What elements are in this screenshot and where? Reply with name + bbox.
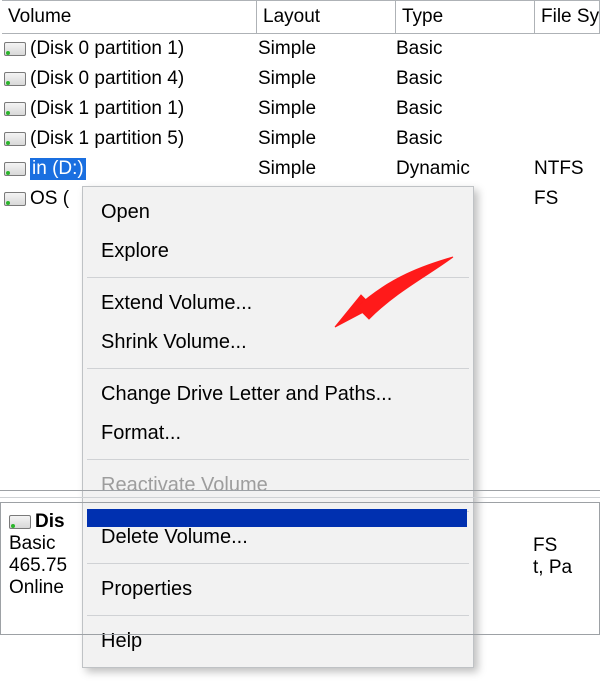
volume-layout: Simple (252, 38, 390, 60)
disk-summary: Dis Basic 465.75 Online (1, 503, 91, 642)
volume-type: Basic (390, 68, 528, 90)
volume-name: OS ( (30, 188, 69, 210)
disk-status: Online (9, 577, 91, 599)
drive-icon (4, 162, 24, 176)
menu-item[interactable]: Change Drive Letter and Paths... (83, 375, 473, 414)
volume-type: Basic (390, 98, 528, 120)
menu-separator (87, 277, 469, 278)
menu-item[interactable]: Open (83, 193, 473, 232)
disk-partition-bar[interactable] (87, 509, 467, 527)
volume-name: (Disk 0 partition 1) (30, 38, 184, 60)
volume-layout: Simple (252, 128, 390, 150)
disk-partition-info: FS t, Pa (527, 509, 599, 638)
drive-icon (4, 192, 24, 206)
volume-layout: Simple (252, 68, 390, 90)
disk-partition-fs: FS (533, 535, 593, 557)
menu-item[interactable]: Explore (83, 232, 473, 271)
col-header-layout[interactable]: Layout (257, 1, 396, 33)
disk-panel: Dis Basic 465.75 Online FS t, Pa (0, 502, 600, 635)
table-row[interactable]: (Disk 1 partition 5) SimpleBasic (2, 124, 600, 154)
menu-item[interactable]: Shrink Volume... (83, 323, 473, 362)
col-header-type[interactable]: Type (396, 1, 535, 33)
disk-icon (9, 515, 29, 529)
menu-separator (87, 368, 469, 369)
drive-icon (4, 132, 24, 146)
menu-item[interactable]: Extend Volume... (83, 284, 473, 323)
drive-icon (4, 42, 24, 56)
volume-type: Basic (390, 128, 528, 150)
table-row[interactable]: (Disk 1 partition 1) SimpleBasic (2, 94, 600, 124)
volume-name: (Disk 1 partition 1) (30, 98, 184, 120)
menu-item[interactable]: Format... (83, 414, 473, 453)
volume-type: Dynamic (390, 158, 528, 180)
volume-fs: FS (528, 188, 600, 210)
volume-layout: Simple (252, 98, 390, 120)
panel-separator (0, 490, 600, 498)
drive-icon (4, 102, 24, 116)
disk-partition-note: t, Pa (533, 557, 593, 579)
volume-name: (Disk 0 partition 4) (30, 68, 184, 90)
disk-type: Basic (9, 533, 91, 555)
disk-size: 465.75 (9, 555, 91, 577)
volume-table: Volume Layout Type File Sys (Disk 0 part… (2, 0, 600, 214)
volume-name: (Disk 1 partition 5) (30, 128, 184, 150)
volume-table-header: Volume Layout Type File Sys (2, 0, 600, 34)
col-header-volume[interactable]: Volume (2, 1, 257, 33)
col-header-fs[interactable]: File Sys (535, 1, 600, 33)
table-row[interactable]: (Disk 0 partition 1) SimpleBasic (2, 34, 600, 64)
disk-title: Dis (35, 511, 65, 533)
volume-layout: Simple (252, 158, 390, 180)
drive-icon (4, 72, 24, 86)
menu-item: Reactivate Volume (83, 466, 473, 505)
table-row[interactable]: in (D:) SimpleDynamicNTFS (2, 154, 600, 184)
volume-name: in (D:) (30, 158, 86, 180)
menu-separator (87, 459, 469, 460)
table-row[interactable]: (Disk 0 partition 4) SimpleBasic (2, 64, 600, 94)
volume-fs: NTFS (528, 158, 600, 180)
volume-type: Basic (390, 38, 528, 60)
